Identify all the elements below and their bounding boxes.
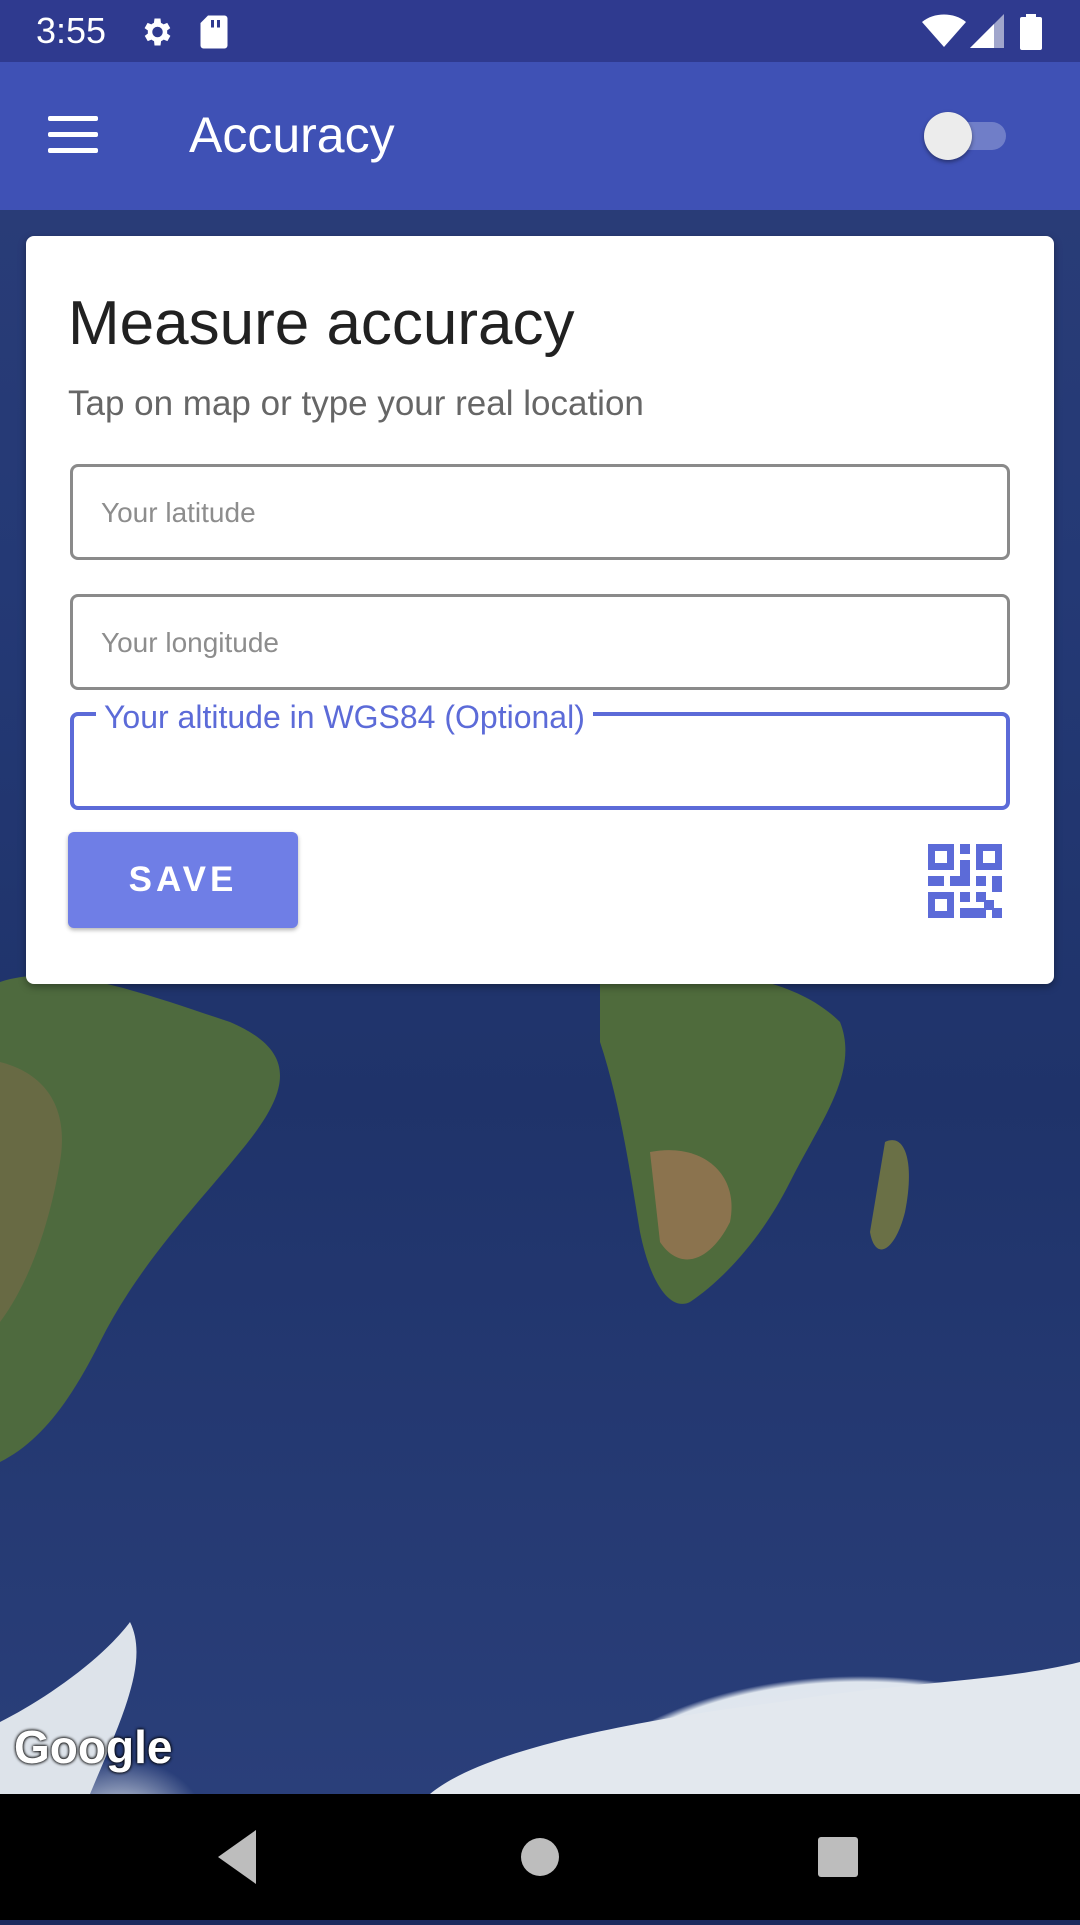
signal-icon <box>970 14 1004 48</box>
home-icon <box>521 1838 559 1876</box>
longitude-field[interactable] <box>70 594 1010 690</box>
save-button[interactable]: SAVE <box>68 832 298 928</box>
app-bar: Accuracy <box>0 62 1080 210</box>
gear-icon <box>144 18 171 46</box>
qr-scan-button[interactable] <box>928 844 1002 918</box>
back-icon <box>218 1830 256 1884</box>
battery-icon <box>1020 14 1042 50</box>
card-subtitle: Tap on map or type your real location <box>68 384 644 423</box>
home-button[interactable] <box>480 1794 600 1920</box>
altitude-label: Your altitude in WGS84 (Optional) <box>96 699 593 736</box>
status-time: 3:55 <box>36 10 107 51</box>
sd-card-icon <box>200 15 228 49</box>
qr-code-icon <box>928 844 1002 918</box>
toggle-thumb <box>924 112 972 160</box>
measure-accuracy-card: Measure accuracy Tap on map or type your… <box>26 236 1054 984</box>
page-title: Accuracy <box>189 107 395 163</box>
card-title: Measure accuracy <box>68 289 575 358</box>
longitude-input[interactable] <box>99 597 983 689</box>
status-bar: 3:55 <box>0 0 1080 62</box>
accuracy-toggle[interactable] <box>922 110 1012 162</box>
recents-button[interactable] <box>778 1794 898 1920</box>
menu-button[interactable] <box>36 108 108 164</box>
wifi-icon <box>922 14 966 47</box>
recents-icon <box>818 1837 858 1877</box>
google-attribution: Google <box>14 1721 173 1773</box>
system-nav-bar <box>0 1794 1080 1920</box>
latitude-field[interactable] <box>70 464 1010 560</box>
back-button[interactable] <box>178 1794 298 1920</box>
latitude-input[interactable] <box>99 467 983 559</box>
